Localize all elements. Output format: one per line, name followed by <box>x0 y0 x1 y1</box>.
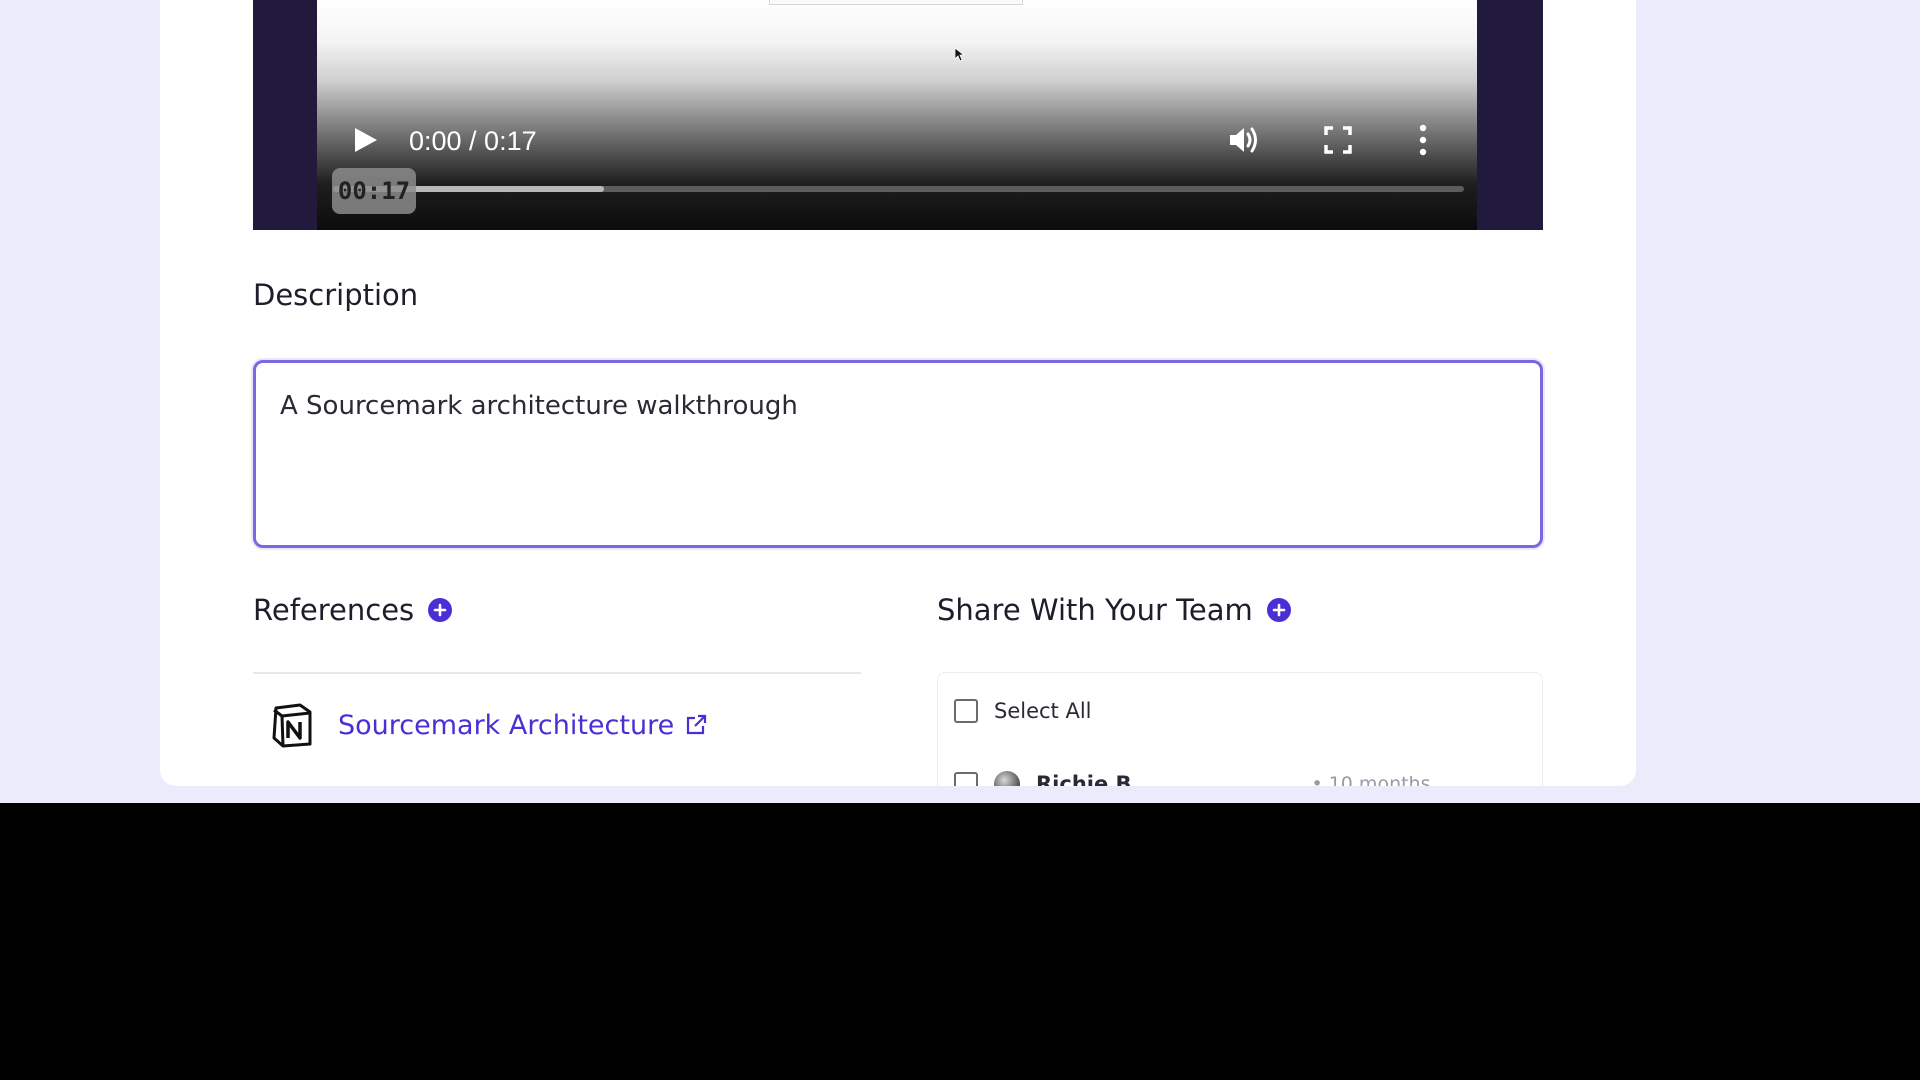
references-heading: References <box>253 593 415 627</box>
more-options-icon[interactable] <box>1415 122 1431 158</box>
reference-item: Sourcemark Architecture <box>270 702 708 748</box>
team-member-name: Richie B... <box>1036 772 1156 786</box>
add-team-member-icon[interactable] <box>1266 598 1291 622</box>
select-all-label: Select All <box>994 699 1092 723</box>
play-icon[interactable] <box>351 126 379 154</box>
share-heading: Share With Your Team <box>937 593 1253 627</box>
share-header: Share With Your Team <box>937 593 1291 627</box>
select-all-row[interactable]: Select All <box>954 699 1092 723</box>
reference-link[interactable]: Sourcemark Architecture <box>338 710 708 741</box>
seek-time-tooltip: 00:17 <box>332 168 416 214</box>
description-textarea[interactable]: A Sourcemark architecture walkthrough <box>253 360 1543 548</box>
select-all-checkbox[interactable] <box>954 699 978 723</box>
description-text: A Sourcemark architecture walkthrough <box>280 391 798 421</box>
video-time-display: 0:00 / 0:17 <box>409 126 537 156</box>
team-member-meta: • 10 months <box>1311 773 1431 786</box>
video-progress-bar[interactable] <box>333 186 1464 192</box>
volume-icon[interactable] <box>1227 123 1261 157</box>
mouse-cursor-icon <box>955 48 965 62</box>
notion-icon <box>272 703 312 748</box>
team-member-row[interactable]: Richie B... • 10 months <box>954 771 1431 786</box>
external-link-icon <box>687 714 707 735</box>
fullscreen-icon[interactable] <box>1323 125 1353 155</box>
content-card: 0:00 / 0:17 00:17 Description A Sourcema <box>160 0 1636 786</box>
avatar <box>994 771 1020 786</box>
add-reference-icon[interactable] <box>428 598 453 622</box>
description-heading: Description <box>253 278 419 312</box>
references-divider <box>253 672 861 674</box>
video-document-edge <box>769 0 1023 5</box>
team-member-checkbox[interactable] <box>954 772 978 786</box>
video-frame-content: 0:00 / 0:17 00:17 <box>317 0 1477 230</box>
video-player[interactable]: 0:00 / 0:17 00:17 <box>253 0 1543 230</box>
team-member-list: Select All Richie B... • 10 months <box>937 672 1543 786</box>
reference-link-label: Sourcemark Architecture <box>338 709 675 741</box>
references-header: References <box>253 593 453 627</box>
